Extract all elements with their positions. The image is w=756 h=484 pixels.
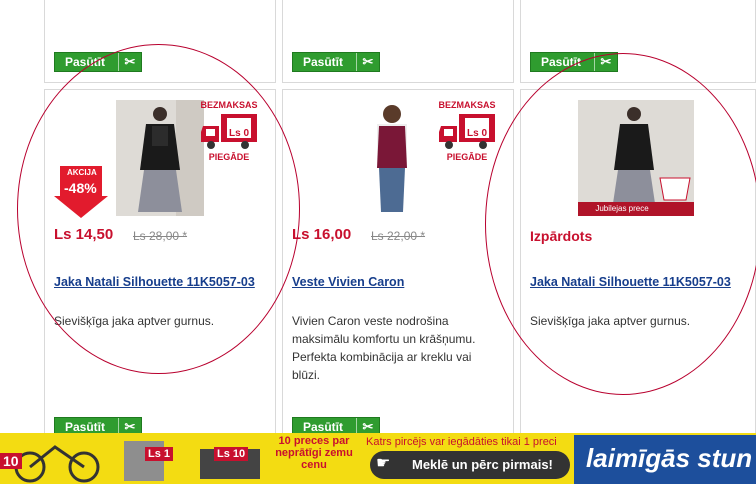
product-cell-top-1: Pasūtīt ✂ (44, 0, 276, 83)
promo-banner[interactable]: 10 Ls 1 Ls 10 10 preces par neprātīgi ze… (0, 433, 756, 484)
product-grid: Pasūtīt ✂ Pasūtīt ✂ Pasūtīt ✂ BEZMAKSAS … (0, 0, 756, 484)
product-title-link[interactable]: Jaka Natali Silhouette 11K5057-03 (530, 274, 740, 291)
jacket-photo (116, 100, 204, 216)
cta-button[interactable]: Meklē un pērc pirmais! (412, 457, 553, 472)
product-price: Ls 16,00 (292, 226, 352, 243)
free-shipping-bottom-text: PIEGĀDE (208, 152, 250, 162)
free-shipping-price: Ls 0 (229, 128, 250, 139)
order-button-label: Pasūtīt (65, 55, 106, 69)
order-button-label: Pasūtīt (303, 420, 344, 434)
price-tag-10: Ls 10 (214, 447, 249, 461)
product-cell: Jubilejas prece Izpārdots Jaka Natali Si… (520, 89, 756, 449)
hand-pointer-icon: ☛ (376, 455, 391, 472)
free-shipping-top-text: BEZMAKSAS (438, 100, 496, 110)
banner-notice: Katrs pircējs var iegādāties tikai 1 pre… (366, 436, 557, 448)
brand-logo-text: laimīgās stun (586, 443, 753, 473)
order-button[interactable]: Pasūtīt ✂ (530, 52, 618, 72)
discount-label: AKCIJA (67, 168, 97, 177)
product-title-link[interactable]: Jaka Natali Silhouette 11K5057-03 (54, 274, 264, 291)
free-shipping-badge: BEZMAKSAS Ls 0 PIEGĀDE (437, 100, 497, 166)
free-shipping-price: Ls 0 (467, 128, 488, 139)
sale-status: Izpārdots (530, 228, 593, 244)
order-button[interactable]: Pasūtīt ✂ (292, 52, 380, 72)
product-image[interactable] (116, 100, 204, 216)
product-description: Vivien Caron veste nodrošina maksimālu k… (292, 314, 476, 382)
product-old-price: Ls 22,00 * (371, 229, 426, 243)
product-title-link[interactable]: Veste Vivien Caron (292, 274, 502, 291)
order-button-label: Pasūtīt (303, 55, 344, 69)
image-caption: Jubilejas prece (595, 204, 649, 213)
product-old-price: Ls 28,00 * (133, 229, 188, 243)
price-tag-left: 10 (0, 453, 22, 469)
product-cell-top-2: Pasūtīt ✂ (282, 0, 514, 83)
order-button-label: Pasūtīt (541, 55, 582, 69)
product-image[interactable] (359, 100, 425, 216)
product-price: Ls 14,50 (54, 226, 114, 243)
cart-icon: ✂ (356, 53, 379, 71)
product-cell: BEZMAKSAS Ls 0 PIEGĀDE AKCIJA -48% Ls 14… (44, 89, 276, 449)
price-tag-1: Ls 1 (145, 447, 174, 461)
product-description: Sievišķīga jaka aptver gurnus. (530, 314, 691, 328)
cart-icon: ✂ (118, 53, 141, 71)
jacket-photo (578, 100, 694, 216)
product-cell-top-3: Pasūtīt ✂ (520, 0, 756, 83)
discount-badge: AKCIJA -48% (54, 166, 108, 218)
order-button-label: Pasūtīt (65, 420, 106, 434)
vest-photo (359, 100, 425, 216)
product-description: Sievišķīga jaka aptver gurnus. (54, 314, 215, 328)
preces-text: 10 preces par neprātīgi zemu cenu (275, 435, 353, 471)
cart-icon: ✂ (594, 53, 617, 71)
order-button[interactable]: Pasūtīt ✂ (54, 52, 142, 72)
free-shipping-bottom-text: PIEGĀDE (446, 152, 488, 162)
product-image[interactable]: Jubilejas prece (578, 100, 694, 216)
free-shipping-top-text: BEZMAKSAS (200, 100, 258, 110)
discount-value: -48% (64, 180, 97, 196)
product-cell: BEZMAKSAS Ls 0 PIEGĀDE Ls 16,00 Ls 22,00… (282, 89, 514, 449)
free-shipping-badge: BEZMAKSAS Ls 0 PIEGĀDE (199, 100, 259, 166)
